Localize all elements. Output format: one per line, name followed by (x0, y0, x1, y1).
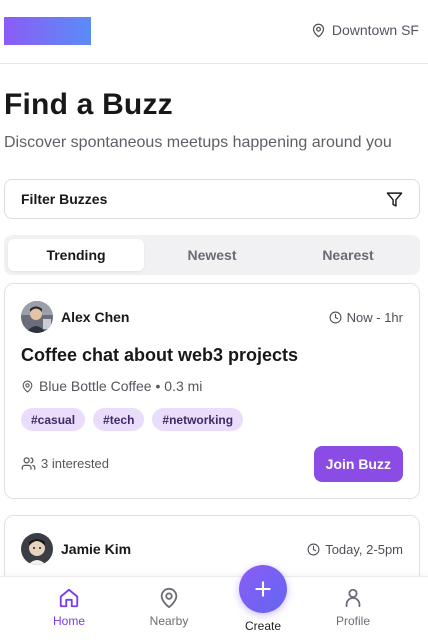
interested-count: 3 interested (21, 456, 109, 471)
home-icon (59, 588, 79, 608)
time-label: Today, 2-5pm (325, 541, 403, 557)
map-pin-icon (312, 23, 324, 37)
user-icon (345, 588, 361, 608)
filter-buzzes-button[interactable]: Filter Buzzes (4, 179, 420, 219)
tag-casual[interactable]: #casual (21, 408, 86, 431)
map-pin-icon (160, 587, 178, 609)
plus-icon (255, 581, 271, 597)
map-pin-icon (22, 380, 33, 392)
clock-icon (307, 543, 320, 555)
nav-profile[interactable]: Profile (318, 587, 388, 628)
join-buzz-button[interactable]: Join Buzz (313, 446, 403, 482)
users-icon (21, 457, 36, 470)
nav-nearby[interactable]: Nearby (134, 587, 204, 628)
nav-create[interactable]: Create (228, 565, 298, 633)
tab-newest[interactable]: Newest (144, 239, 280, 271)
nav-profile-label: Profile (335, 614, 370, 628)
buzz-title[interactable]: Coffee chat about web3 projects (21, 345, 298, 366)
interested-label: 3 interested (41, 456, 109, 471)
time-label: Now - 1hr (346, 309, 403, 325)
host-name: Jamie Kim (61, 541, 132, 557)
filter-icon (386, 191, 403, 207)
place-label: Blue Bottle Coffee • 0.3 mi (39, 378, 203, 394)
buzz-place: Blue Bottle Coffee • 0.3 mi (21, 378, 202, 394)
buzz-time: Now - 1hr (329, 310, 403, 325)
nav-create-label: Create (244, 619, 282, 633)
host-name: Alex Chen (61, 309, 130, 325)
buzz-host[interactable]: Jamie Kim (21, 533, 131, 565)
sort-tabs: Trending Newest Nearest (4, 235, 420, 275)
location-label: Downtown SF (331, 22, 419, 38)
page-subtitle: Discover spontaneous meetups happening a… (4, 134, 392, 151)
filter-label: Filter Buzzes (21, 191, 108, 207)
nav-home-label: Home (52, 614, 85, 628)
buzz-time: Today, 2-5pm (307, 542, 403, 557)
nav-home[interactable]: Home (34, 587, 104, 628)
avatar (21, 533, 53, 565)
avatar (21, 301, 53, 333)
nav-nearby-label: Nearby (149, 614, 189, 628)
tag-tech[interactable]: #tech (93, 408, 145, 431)
create-button[interactable] (239, 565, 287, 613)
app-header: Downtown SF (0, 0, 428, 64)
app-logo[interactable] (4, 17, 91, 45)
tab-trending[interactable]: Trending (8, 239, 144, 271)
location-selector[interactable]: Downtown SF (311, 22, 419, 38)
clock-icon (329, 311, 342, 323)
buzz-card[interactable]: Alex Chen Now - 1hr Coffee chat about we… (4, 283, 420, 499)
page-title: Find a Buzz (4, 88, 173, 121)
tag-list: #casual #tech #networking (21, 408, 244, 431)
tab-nearest[interactable]: Nearest (280, 239, 416, 271)
buzz-host[interactable]: Alex Chen (21, 301, 129, 333)
tag-networking[interactable]: #networking (152, 408, 244, 431)
bottom-navigation: Home Nearby Create Profile (0, 565, 428, 640)
